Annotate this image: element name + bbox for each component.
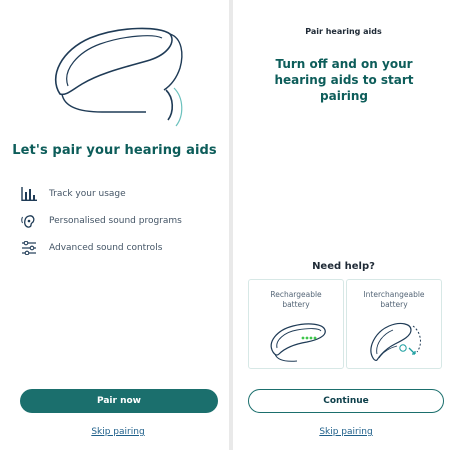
interchangeable-battery-card[interactable]: Interchangeable battery	[346, 279, 442, 369]
skip-pairing-link[interactable]: Skip pairing	[286, 427, 406, 437]
card-label-line: Rechargeable	[270, 290, 322, 299]
bar-chart-icon	[18, 185, 40, 203]
feature-item-sound-programs: Personalised sound programs	[18, 207, 223, 234]
rechargeable-battery-card[interactable]: Rechargeable battery	[248, 279, 344, 369]
ear-sound-icon	[18, 212, 40, 230]
pairing-instruction: Turn off and on your hearing aids to sta…	[274, 57, 414, 103]
continue-button[interactable]: Continue	[248, 389, 444, 413]
card-label: Rechargeable battery	[249, 290, 343, 310]
intro-title: Let's pair your hearing aids	[12, 143, 217, 158]
feature-item-track-usage: Track your usage	[18, 180, 223, 207]
feature-label: Advanced sound controls	[49, 242, 163, 253]
pair-instructions-screen: Pair hearing aids Turn off and on your h…	[233, 0, 454, 450]
screen-header-title: Pair hearing aids	[305, 27, 382, 36]
interchangeable-hearing-aid-icon	[370, 322, 421, 361]
card-label-line: battery	[282, 300, 310, 309]
feature-item-sound-controls: Advanced sound controls	[18, 234, 223, 261]
feature-label: Track your usage	[49, 188, 126, 199]
feature-list: Track your usage Personalised sound prog…	[18, 180, 223, 261]
feature-label: Personalised sound programs	[49, 215, 182, 226]
skip-pairing-link[interactable]: Skip pairing	[58, 427, 178, 437]
need-help-title: Need help?	[312, 261, 375, 272]
pair-now-button[interactable]: Pair now	[20, 389, 218, 413]
card-label: Interchangeable battery	[347, 290, 441, 310]
pair-intro-screen: Let's pair your hearing aids Track your …	[0, 0, 229, 450]
hearing-aid-illustration	[55, 27, 183, 127]
rechargeable-hearing-aid-icon	[270, 323, 326, 362]
card-label-line: battery	[380, 300, 408, 309]
card-label-line: Interchangeable	[363, 290, 425, 299]
sliders-icon	[18, 239, 40, 257]
